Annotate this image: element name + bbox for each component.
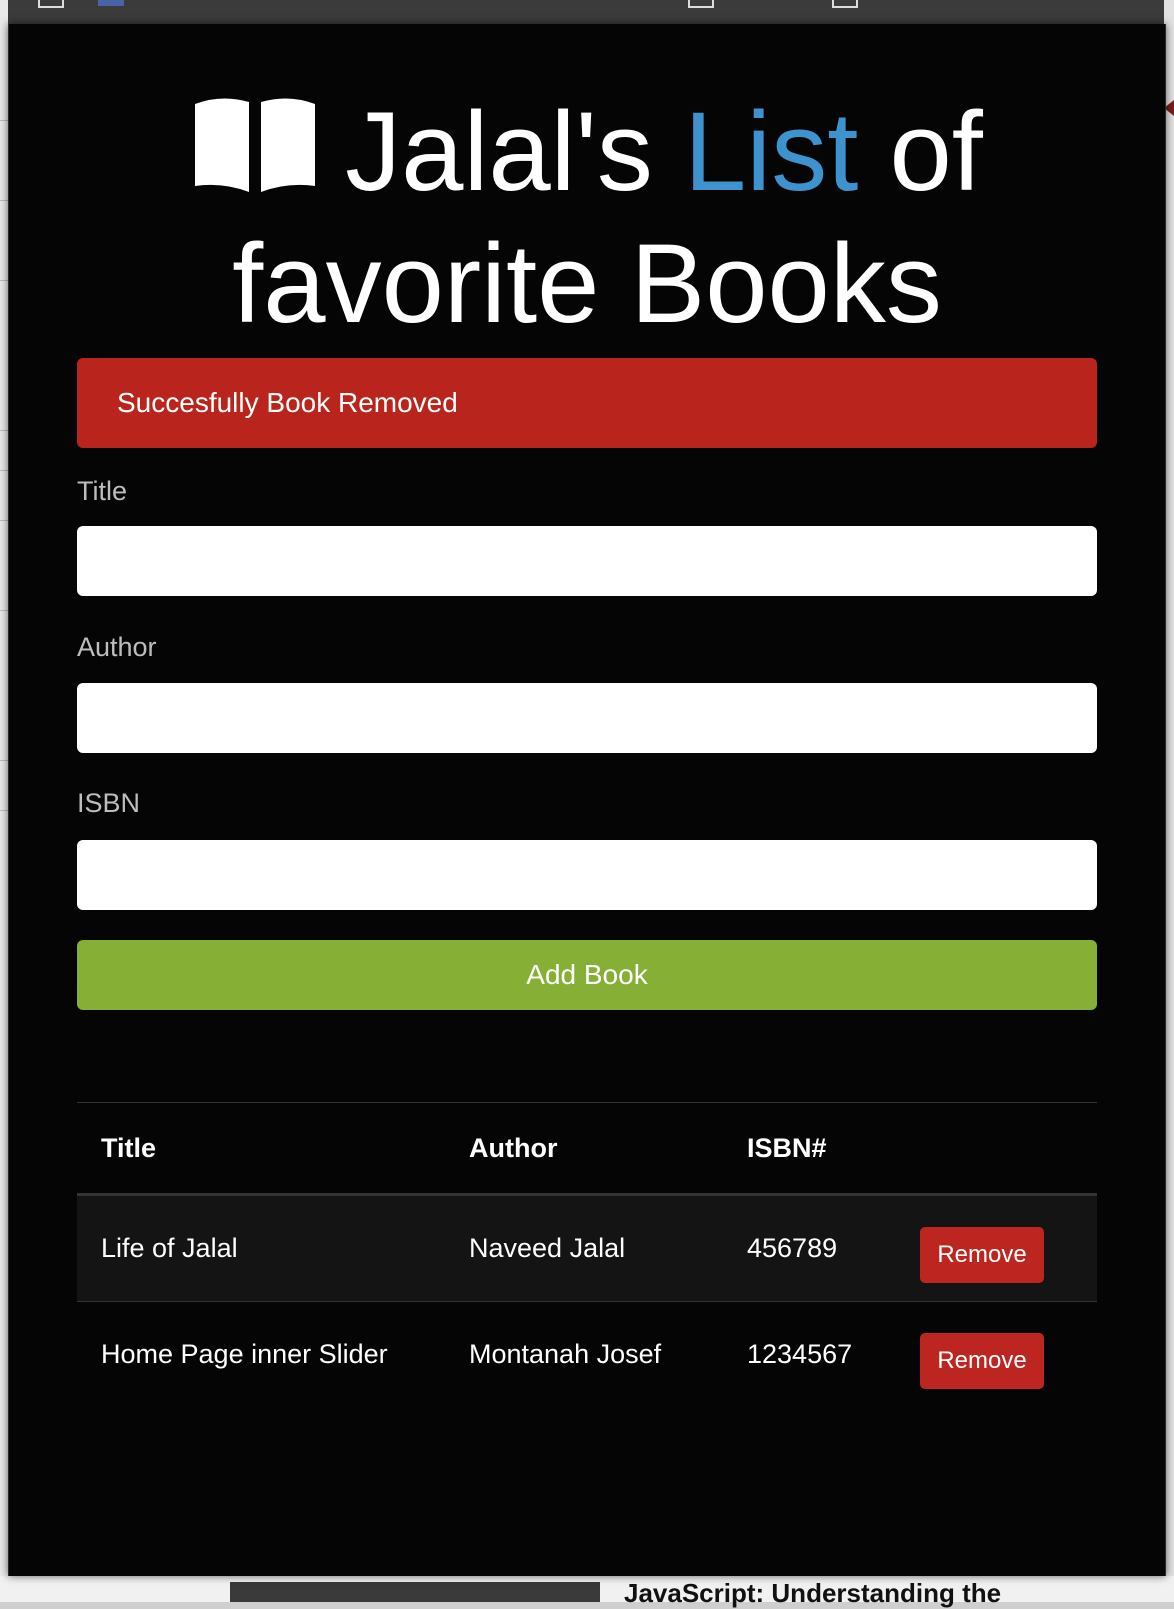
book-actions-cell: Remove xyxy=(896,1302,1097,1408)
column-header-isbn: ISBN# xyxy=(723,1102,896,1196)
bookmark-icon[interactable] xyxy=(832,0,858,8)
bookmark-icon[interactable] xyxy=(688,0,714,8)
book-title-cell: Home Page inner Slider xyxy=(101,1339,388,1369)
isbn-input[interactable] xyxy=(77,840,1097,910)
success-alert: Succesfully Book Removed xyxy=(77,358,1097,448)
column-header-actions xyxy=(896,1102,1097,1196)
background-thumbnail xyxy=(230,1582,600,1602)
author-input[interactable] xyxy=(77,683,1097,753)
author-label: Author xyxy=(77,632,157,662)
table-row: Life of Jalal Naveed Jalal 456789 Remove xyxy=(77,1194,1097,1302)
book-author-cell: Naveed Jalal xyxy=(469,1233,626,1263)
browser-bookmarks-bar xyxy=(8,0,1164,25)
bookmark-icon[interactable] xyxy=(38,0,64,8)
remove-button[interactable]: Remove xyxy=(920,1226,1044,1283)
title-line-2: favorite Books xyxy=(232,221,942,346)
isbn-label: ISBN xyxy=(77,788,141,818)
background-article-title: JavaScript: Understanding the xyxy=(624,1578,1002,1608)
title-word-3: of xyxy=(889,89,983,214)
add-book-button[interactable]: Add Book xyxy=(77,940,1097,1010)
book-actions-cell: Remove xyxy=(896,1195,1097,1302)
book-author-cell: Montanah Josef xyxy=(469,1339,662,1369)
book-title-cell: Life of Jalal xyxy=(101,1233,238,1263)
table-row: Home Page inner Slider Montanah Josef 12… xyxy=(77,1302,1097,1408)
table-header-row: Title Author ISBN# xyxy=(77,1102,1097,1196)
page-title: Jalal's List of favorite Books xyxy=(9,86,1165,350)
column-header-title: Title xyxy=(77,1102,445,1196)
column-header-author: Author xyxy=(445,1102,723,1196)
remove-button[interactable]: Remove xyxy=(920,1332,1044,1389)
book-list-app: Jalal's List of favorite Books Succesful… xyxy=(8,24,1166,1576)
title-word-1: Jalal's xyxy=(345,89,653,214)
title-input[interactable] xyxy=(77,526,1097,596)
title-label: Title xyxy=(77,476,128,506)
book-isbn-cell: 456789 xyxy=(747,1233,838,1263)
title-accent-word: List xyxy=(684,89,859,214)
open-book-icon xyxy=(195,98,316,192)
book-table: Title Author ISBN# Life of Jalal Naveed … xyxy=(77,1102,1097,1407)
book-isbn-cell: 1234567 xyxy=(747,1339,853,1369)
facebook-icon[interactable] xyxy=(98,0,124,6)
